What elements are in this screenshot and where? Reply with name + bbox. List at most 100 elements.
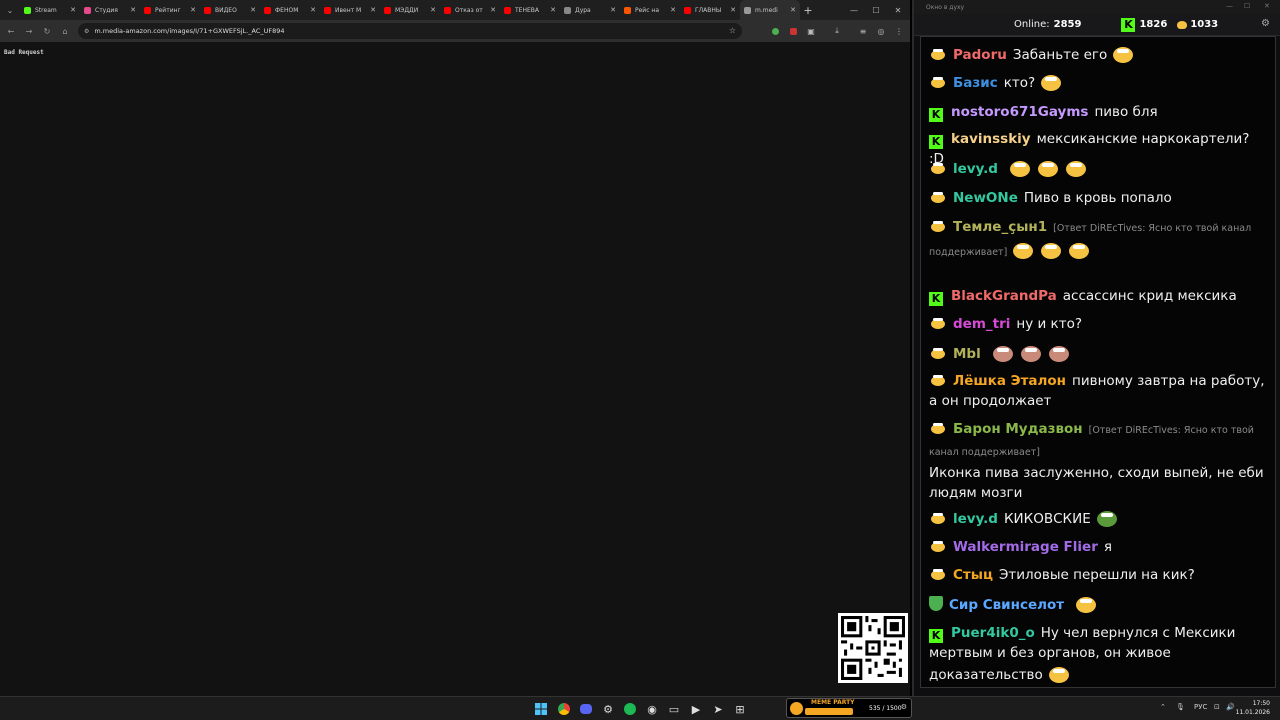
emote-icon — [1095, 507, 1119, 529]
telegram-icon[interactable]: ➤ — [710, 701, 726, 717]
chat-username[interactable]: nostoro671Gayms — [951, 104, 1088, 120]
tab-close-icon[interactable]: ✕ — [70, 6, 76, 14]
forward-icon[interactable]: → — [20, 20, 38, 42]
steam-icon[interactable]: ⚙ — [600, 701, 616, 717]
chat-close-icon[interactable]: ✕ — [1264, 2, 1270, 10]
language-indicator[interactable]: РУС — [1194, 703, 1207, 711]
chat-message: Базис кто? — [929, 71, 1267, 93]
tab-close-icon[interactable]: ✕ — [310, 6, 316, 14]
beer-badge-icon — [929, 161, 947, 175]
chat-username[interactable]: BlackGrandPa — [951, 288, 1057, 304]
chat-username[interactable]: Mbl — [953, 346, 981, 362]
site-info-icon[interactable]: ⚙ — [84, 28, 89, 35]
chat-minimize-icon[interactable]: — — [1226, 2, 1233, 10]
browser-tab[interactable]: ГЛАВНЫ ✕ — [680, 0, 740, 20]
chat-username[interactable]: Puer4ik0_o — [951, 625, 1035, 641]
discord-icon[interactable] — [578, 701, 594, 717]
reload-icon[interactable]: ↻ — [38, 20, 56, 42]
spotify-icon[interactable] — [622, 701, 638, 717]
volume-icon[interactable]: 🔊 — [1226, 703, 1235, 711]
tab-close-icon[interactable]: ✕ — [130, 6, 136, 14]
extensions-puzzle-icon[interactable]: ▣ — [802, 20, 820, 42]
beer-badge-icon — [929, 346, 947, 360]
browser-tab[interactable]: ВИДЕО ✕ — [200, 0, 260, 20]
tab-title: ФЕНОМ — [275, 6, 299, 14]
chat-username[interactable]: levy.d — [953, 511, 998, 527]
app-green-icon[interactable]: ⊞ — [732, 701, 748, 717]
extension-red-icon[interactable] — [784, 20, 802, 42]
tab-close-icon[interactable]: ✕ — [430, 6, 436, 14]
chat-username[interactable]: levy.d — [953, 161, 998, 177]
chat-username[interactable]: Барон Мудазвон — [953, 421, 1083, 437]
obs-icon[interactable]: ◉ — [644, 701, 660, 717]
browser-tab[interactable]: Рейс на ✕ — [620, 0, 680, 20]
media-player-icon[interactable]: ▶ — [688, 701, 704, 717]
extension-icon[interactable] — [766, 20, 784, 42]
browser-tab[interactable]: ФЕНОМ ✕ — [260, 0, 320, 20]
profile-icon[interactable]: ◎ — [872, 20, 890, 42]
browser-tab[interactable]: Студия ✕ — [80, 0, 140, 20]
tab-close-icon[interactable]: ✕ — [250, 6, 256, 14]
chat-message-list[interactable]: Padoru Забаньте его Базис кто? Knostoro671Ga… — [920, 36, 1276, 688]
chat-message-text: ну и кто? — [1016, 316, 1082, 332]
chat-username[interactable]: kavinsskiy — [951, 131, 1031, 147]
browser-window: ⌄ Stream ✕ Студия ✕ Рейтинг ✕ ВИДЕО ✕ ФЕНОМ ✕ Ивен… — [0, 0, 910, 696]
qr-code — [838, 613, 908, 683]
tab-close-icon[interactable]: ✕ — [190, 6, 196, 14]
maximize-icon[interactable]: ☐ — [864, 0, 888, 20]
chat-username[interactable]: Padoru — [953, 47, 1007, 63]
system-clock[interactable]: 17:50 11.01.2026 — [1236, 699, 1270, 717]
chat-username[interactable]: NewONe — [953, 190, 1018, 206]
bookmark-star-icon[interactable]: ☆ — [729, 26, 736, 35]
beer-badge-icon — [929, 421, 947, 435]
menu-kebab-icon[interactable]: ⋮ — [890, 20, 908, 42]
tab-close-icon[interactable]: ✕ — [730, 6, 736, 14]
tab-close-icon[interactable]: ✕ — [610, 6, 616, 14]
close-icon[interactable]: ✕ — [886, 0, 910, 20]
chat-username[interactable]: Лёшка Эталон — [953, 373, 1066, 389]
chat-username[interactable]: Темле_çын1 — [953, 219, 1047, 235]
tab-close-icon[interactable]: ✕ — [490, 6, 496, 14]
chrome-icon[interactable] — [556, 701, 572, 717]
browser-tab[interactable]: Stream ✕ — [20, 0, 80, 20]
address-bar[interactable]: ⚙ m.media-amazon.com/images/I/71+GXWEFSj… — [78, 23, 742, 39]
meme-settings-icon[interactable]: ⚙ — [901, 703, 907, 711]
tab-favicon-icon — [564, 6, 571, 14]
microphone-icon[interactable]: 🎙 — [1176, 703, 1185, 711]
chat-username[interactable]: Walkermirage Flier — [953, 539, 1098, 555]
tab-close-icon[interactable]: ✕ — [370, 6, 376, 14]
start-windows-icon[interactable] — [533, 701, 549, 717]
beer-icon — [1177, 20, 1188, 29]
browser-tab[interactable]: Ивент М ✕ — [320, 0, 380, 20]
minimize-icon[interactable]: — — [842, 0, 866, 20]
new-tab-icon[interactable]: + — [800, 4, 816, 17]
settings-gear-icon[interactable]: ⚙ — [1261, 18, 1270, 29]
app-icon[interactable]: ▭ — [666, 701, 682, 717]
home-icon[interactable]: ⌂ — [56, 20, 74, 42]
meme-party-widget[interactable]: MEME PARTY 535 / 1500 ⚙ — [786, 698, 912, 718]
browser-tab[interactable]: ТЕНЕВА ✕ — [500, 0, 560, 20]
media-control-icon[interactable]: ≡ — [854, 20, 872, 42]
tab-close-icon[interactable]: ✕ — [550, 6, 556, 14]
chat-maximize-icon[interactable]: ☐ — [1244, 2, 1250, 10]
browser-tab[interactable]: МЭДДИ ✕ — [380, 0, 440, 20]
tab-close-icon[interactable]: ✕ — [790, 6, 796, 14]
tab-close-icon[interactable]: ✕ — [670, 6, 676, 14]
back-icon[interactable]: ← — [2, 20, 20, 42]
meme-party-logo-icon — [790, 702, 803, 715]
chat-username[interactable]: Стыц — [953, 567, 993, 583]
network-icon[interactable]: ⊡ — [1214, 703, 1220, 711]
chat-username[interactable]: Сир Свинселот — [949, 597, 1064, 613]
tab-search-icon[interactable]: ⌄ — [0, 0, 20, 20]
browser-tab[interactable]: m.medi ✕ — [740, 0, 800, 20]
emote-icon — [1074, 593, 1098, 615]
tab-favicon-icon — [144, 6, 151, 14]
chat-username[interactable]: dem_tri — [953, 316, 1010, 332]
chat-username[interactable]: Базис — [953, 75, 998, 91]
browser-tab[interactable]: Рейтинг ✕ — [140, 0, 200, 20]
tray-expand-icon[interactable]: ⌃ — [1160, 703, 1166, 711]
tab-title: ТЕНЕВА — [515, 6, 539, 14]
browser-tab[interactable]: Дура ✕ — [560, 0, 620, 20]
browser-tab[interactable]: Отказ от ✕ — [440, 0, 500, 20]
download-icon[interactable]: ⤓ — [828, 20, 846, 42]
